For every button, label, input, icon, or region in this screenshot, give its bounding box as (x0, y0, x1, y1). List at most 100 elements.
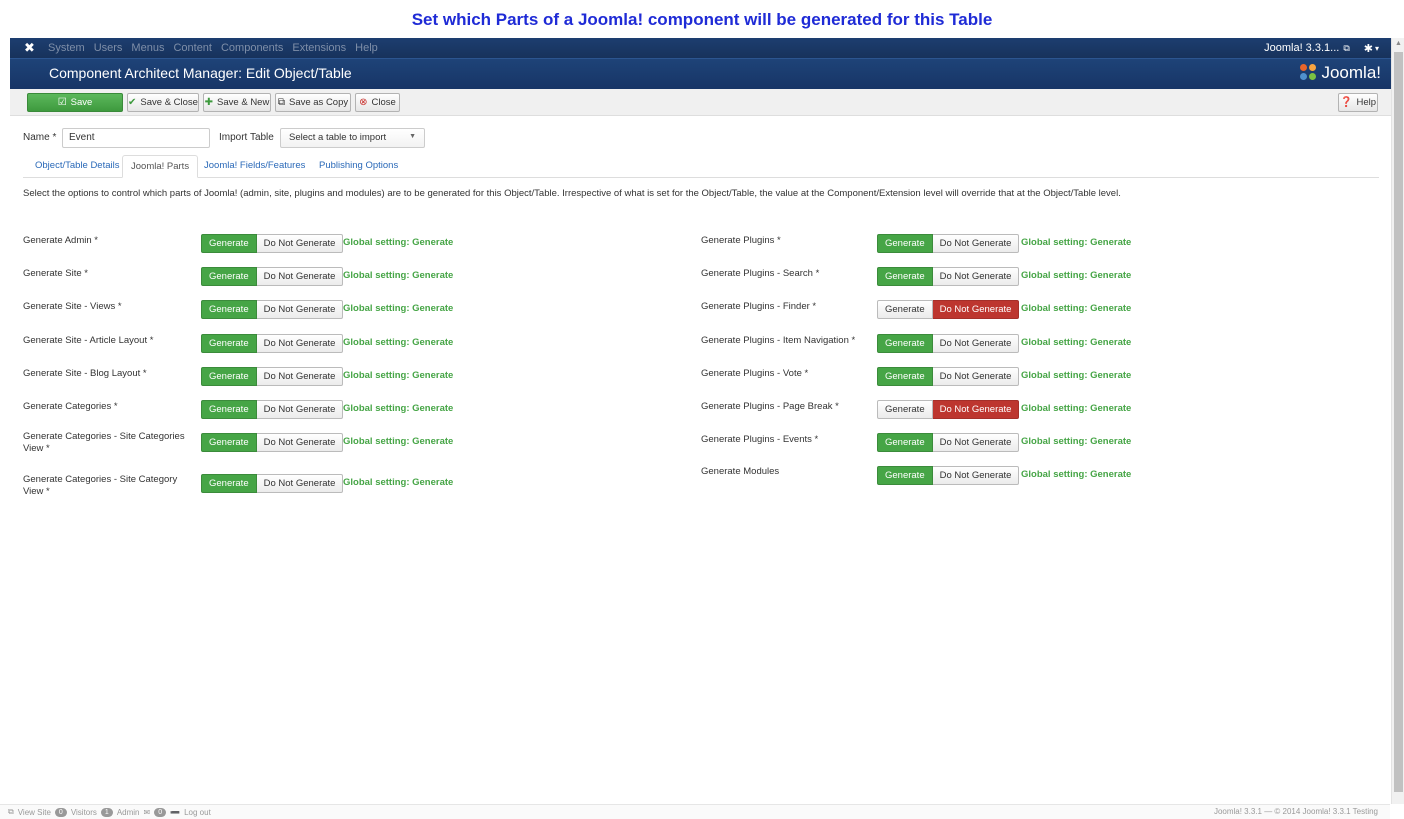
global-setting-text: Global setting: Generate (1021, 237, 1132, 248)
global-setting-text: Global setting: Generate (1021, 337, 1132, 348)
name-field[interactable]: Event (62, 128, 210, 148)
do-not-generate-button[interactable]: Do Not Generate (932, 400, 1020, 419)
menu-item-components[interactable]: Components (221, 38, 283, 58)
generate-button[interactable]: Generate (201, 433, 257, 452)
right-option-label: Generate Plugins - Page Break * (701, 401, 839, 412)
menu-item-content[interactable]: Content (173, 38, 212, 58)
plus-icon: ✚ (204, 97, 214, 108)
view-site-link[interactable]: View Site (18, 808, 51, 817)
global-setting-text: Global setting: Generate (343, 436, 454, 447)
top-menu: System Users Menus Content Components Ex… (48, 38, 387, 58)
menu-item-system[interactable]: System (48, 38, 85, 58)
do-not-generate-button[interactable]: Do Not Generate (256, 474, 344, 493)
do-not-generate-button[interactable]: Do Not Generate (256, 300, 344, 319)
left-option-toggle: Generate Do Not Generate (201, 400, 344, 419)
do-not-generate-button[interactable]: Do Not Generate (932, 466, 1020, 485)
save-button[interactable]: ☑ Save (27, 93, 123, 112)
do-not-generate-button[interactable]: Do Not Generate (932, 367, 1020, 386)
do-not-generate-button[interactable]: Do Not Generate (932, 267, 1020, 286)
generate-button[interactable]: Generate (877, 300, 933, 319)
generate-button[interactable]: Generate (201, 267, 257, 286)
gear-icon[interactable]: ✱ (1364, 42, 1373, 55)
right-option-toggle: Generate Do Not Generate (877, 466, 1020, 485)
generate-button[interactable]: Generate (877, 433, 933, 452)
do-not-generate-button[interactable]: Do Not Generate (256, 234, 344, 253)
site-link[interactable]: Joomla! 3.3.1... (1264, 42, 1339, 54)
scrollbar-thumb[interactable] (1394, 52, 1403, 792)
import-table-label: Import Table (219, 132, 274, 143)
left-option-toggle: Generate Do Not Generate (201, 433, 344, 452)
import-table-select[interactable]: Select a table to import ▼ (280, 128, 425, 148)
global-setting-text: Global setting: Generate (343, 270, 454, 281)
do-not-generate-button[interactable]: Do Not Generate (932, 334, 1020, 353)
do-not-generate-button[interactable]: Do Not Generate (932, 433, 1020, 452)
generate-button[interactable]: Generate (201, 300, 257, 319)
do-not-generate-button[interactable]: Do Not Generate (932, 234, 1020, 253)
menu-item-extensions[interactable]: Extensions (292, 38, 346, 58)
page-scrollbar[interactable]: ▲ (1391, 38, 1404, 804)
generate-button[interactable]: Generate (201, 234, 257, 253)
name-label: Name * (23, 132, 57, 143)
admin-window: ✖ System Users Menus Content Components … (10, 38, 1391, 819)
generate-button[interactable]: Generate (877, 267, 933, 286)
global-setting-text: Global setting: Generate (1021, 403, 1132, 414)
left-option-toggle: Generate Do Not Generate (201, 267, 344, 286)
save-copy-button[interactable]: ⧉ Save as Copy (275, 93, 351, 112)
copy-icon: ⧉ (277, 97, 285, 108)
visitors-count-badge: 0 (54, 807, 67, 817)
save-close-button[interactable]: ✔ Save & Close (127, 93, 199, 112)
do-not-generate-button[interactable]: Do Not Generate (256, 367, 344, 386)
left-option-toggle: Generate Do Not Generate (201, 367, 344, 386)
tab-publishing-options[interactable]: Publishing Options (311, 155, 406, 178)
right-option-label: Generate Plugins - Item Navigation * (701, 335, 856, 346)
left-option-label: Generate Site - Views * (23, 301, 122, 312)
generate-button[interactable]: Generate (877, 367, 933, 386)
caption-banner: Set which Parts of a Joomla! component w… (0, 0, 1404, 38)
generate-button[interactable]: Generate (877, 234, 933, 253)
menu-item-users[interactable]: Users (94, 38, 123, 58)
generate-button[interactable]: Generate (201, 367, 257, 386)
do-not-generate-button[interactable]: Do Not Generate (256, 400, 344, 419)
left-option-label: Generate Site - Blog Layout * (23, 368, 147, 379)
edit-icon: ☑ (57, 97, 67, 108)
help-label: Help (1356, 97, 1376, 108)
tab-object-table-details[interactable]: Object/Table Details (27, 155, 127, 178)
menu-item-menus[interactable]: Menus (131, 38, 164, 58)
save-button-label: Save (70, 97, 93, 108)
right-option-label: Generate Plugins - Vote * (701, 368, 809, 379)
scroll-up-icon[interactable]: ▲ (1395, 40, 1402, 47)
tab-joomla-fields-features[interactable]: Joomla! Fields/Features (196, 155, 313, 178)
right-option-toggle: Generate Do Not Generate (877, 367, 1020, 386)
right-option-label: Generate Plugins - Search * (701, 268, 820, 279)
toolbar: ☑ Save ✔ Save & Close ✚ Save & New ⧉ Save as… (10, 89, 1391, 116)
right-option-toggle: Generate Do Not Generate (877, 234, 1020, 253)
right-option-toggle: Generate Do Not Generate (877, 300, 1020, 319)
top-right-area: Joomla! 3.3.1... ⧉ ✱ ▾ (1264, 38, 1379, 58)
status-bar: ⧉ View Site 0 Visitors 1 Admin ✉ 0 ➖ Log… (0, 804, 1390, 819)
do-not-generate-button[interactable]: Do Not Generate (932, 300, 1020, 319)
generate-button[interactable]: Generate (877, 400, 933, 419)
generate-button[interactable]: Generate (201, 400, 257, 419)
tab-joomla-parts[interactable]: Joomla! Parts (122, 155, 199, 178)
close-button[interactable]: ⊗ Close (355, 93, 400, 112)
caption-text: Set which Parts of a Joomla! component w… (411, 10, 993, 29)
generate-button[interactable]: Generate (201, 334, 257, 353)
generate-button[interactable]: Generate (877, 334, 933, 353)
do-not-generate-button[interactable]: Do Not Generate (256, 267, 344, 286)
left-option-label: Generate Admin * (23, 235, 98, 246)
global-setting-text: Global setting: Generate (343, 237, 454, 248)
do-not-generate-button[interactable]: Do Not Generate (256, 334, 344, 353)
joomla-logo-icon[interactable]: ✖ (24, 41, 38, 55)
left-option-toggle: Generate Do Not Generate (201, 234, 344, 253)
menu-item-help[interactable]: Help (355, 38, 378, 58)
generate-button[interactable]: Generate (201, 474, 257, 493)
help-button[interactable]: ❓ Help (1338, 93, 1378, 112)
do-not-generate-button[interactable]: Do Not Generate (256, 433, 344, 452)
logout-link[interactable]: Log out (184, 808, 211, 817)
global-setting-text: Global setting: Generate (1021, 436, 1132, 447)
right-option-label: Generate Modules (701, 466, 780, 477)
generate-button[interactable]: Generate (877, 466, 933, 485)
save-new-button[interactable]: ✚ Save & New (203, 93, 271, 112)
check-icon: ✔ (128, 97, 137, 108)
left-option-toggle: Generate Do Not Generate (201, 474, 344, 493)
